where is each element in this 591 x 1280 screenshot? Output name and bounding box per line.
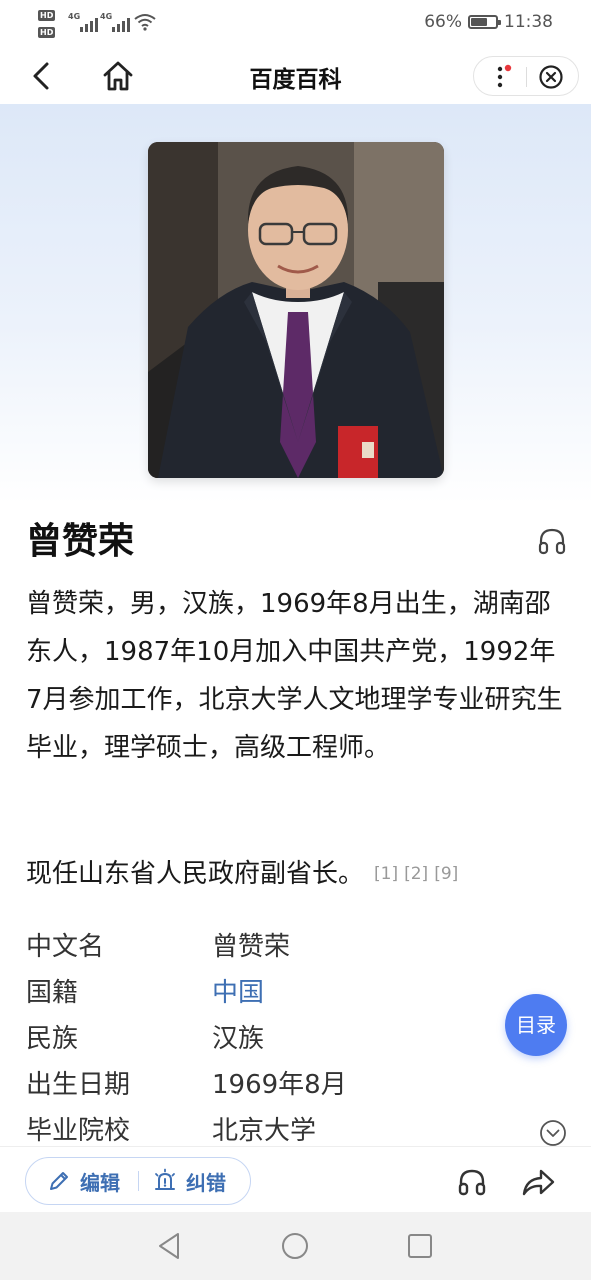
wifi-icon (134, 14, 156, 31)
headphones-icon[interactable] (536, 525, 568, 557)
signal-icon (80, 16, 98, 32)
report-icon (155, 1168, 175, 1190)
toc-button[interactable]: 目录 (505, 994, 567, 1056)
more-icon[interactable] (490, 63, 518, 91)
current-position-text: 现任山东省人民政府副省长。 (26, 859, 365, 889)
system-nav-bar (0, 1212, 591, 1280)
status-bar: HD HD 4G 4G 66% 11:38 (0, 0, 591, 48)
nav-bar: 百度百科 (0, 48, 591, 104)
info-row: 国籍 中国 (26, 968, 566, 1014)
system-home-icon[interactable] (280, 1231, 310, 1261)
info-key: 国籍 (26, 978, 79, 1008)
pencil-icon (50, 1172, 68, 1190)
system-recent-icon[interactable] (406, 1232, 434, 1260)
battery-icon (468, 15, 501, 29)
edit-label: 编辑 (80, 1170, 120, 1195)
article-summary: 曾赞荣，男，汉族，1969年8月出生，湖南邵东人，1987年10月加入中国共产党… (26, 589, 563, 763)
info-value: 北京大学 (212, 1116, 317, 1146)
reference-link[interactable]: [1] (374, 864, 398, 884)
article-title: 曾赞荣 (26, 521, 135, 562)
info-row: 中文名 曾赞荣 (26, 922, 566, 968)
network-type: 4G (68, 12, 81, 21)
pill-divider (138, 1171, 139, 1191)
notification-dot (504, 64, 512, 72)
signal-icon (112, 16, 130, 32)
network-type: 4G (100, 12, 113, 21)
references: [1] [2] [9] (374, 864, 464, 884)
info-value: 汉族 (212, 1024, 265, 1054)
reference-link[interactable]: [9] (434, 864, 458, 884)
info-value: 1969年8月 (212, 1070, 347, 1100)
hd-badge: HD (38, 27, 56, 38)
chevron-down-icon[interactable] (539, 1119, 567, 1147)
capsule-divider (526, 67, 527, 87)
headphones-icon[interactable] (456, 1166, 488, 1198)
portrait-image (148, 142, 444, 478)
info-key: 出生日期 (26, 1070, 131, 1100)
signal-indicators: HD HD 4G 4G (38, 8, 168, 42)
status-right: 66% 11:38 (424, 12, 553, 32)
portrait-photo[interactable] (148, 142, 444, 478)
info-key: 民族 (26, 1024, 79, 1054)
info-key: 毕业院校 (26, 1116, 131, 1146)
correct-button[interactable]: 纠错 (152, 1158, 226, 1204)
battery-percent: 66% (424, 12, 462, 32)
correct-label: 纠错 (186, 1170, 226, 1195)
info-key: 中文名 (26, 932, 105, 962)
reference-link[interactable]: [2] (404, 864, 428, 884)
battery-level (471, 18, 487, 26)
mini-program-capsule (473, 56, 579, 96)
info-row: 民族 汉族 (26, 1014, 566, 1060)
info-value: 曾赞荣 (212, 932, 291, 962)
edit-pill: 编辑 纠错 (25, 1157, 251, 1205)
close-circle-icon[interactable] (538, 64, 564, 90)
clock: 11:38 (504, 12, 553, 32)
info-row: 出生日期 1969年8月 (26, 1060, 566, 1106)
hd-badge: HD (38, 10, 56, 21)
edit-button[interactable]: 编辑 (46, 1158, 120, 1204)
info-box: 中文名 曾赞荣 国籍 中国 民族 汉族 出生日期 1969年8月 毕业院校 北京… (26, 922, 566, 1152)
info-value-link[interactable]: 中国 (212, 972, 264, 1009)
bottom-toolbar: 编辑 纠错 (0, 1146, 591, 1212)
share-icon[interactable] (520, 1165, 556, 1199)
current-position: 现任山东省人民政府副省长。 [1] [2] [9] (26, 850, 566, 898)
system-back-icon[interactable] (154, 1230, 184, 1262)
